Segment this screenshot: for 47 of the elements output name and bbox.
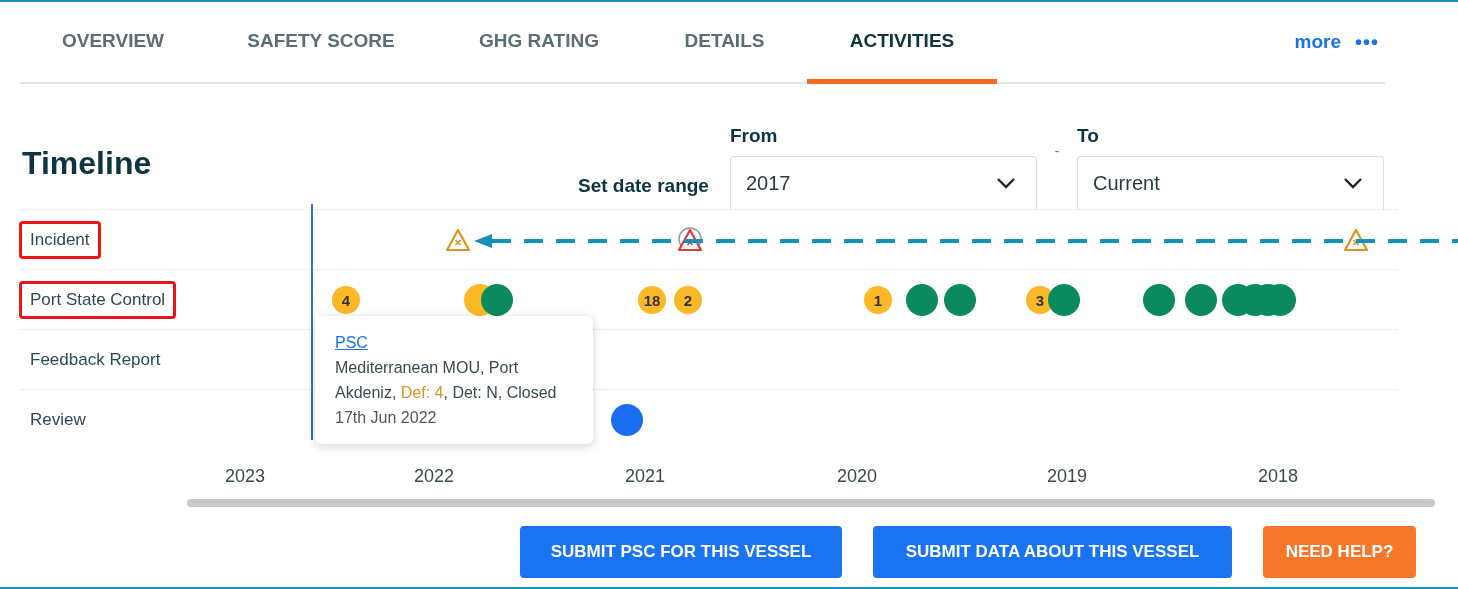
horizontal-scrollbar[interactable] [187,499,1435,507]
field-label: From [730,125,779,147]
warning-icon[interactable] [444,227,472,253]
event-count-marker[interactable]: 2 [674,286,702,314]
field-label: To [1077,125,1100,147]
chevron-icon [1343,177,1363,189]
year-label: 2018 [1256,466,1299,487]
event-dot[interactable] [1185,284,1217,316]
event-dot[interactable] [1143,284,1175,316]
event-dot[interactable] [906,284,938,316]
tab[interactable]: GHG RATING [436,2,642,84]
date-range-label: Set date range [578,175,710,197]
event-dot[interactable] [481,284,513,316]
year-label: 2023 [223,466,266,487]
tab[interactable]: DETAILS [642,2,807,84]
submit-button[interactable]: SUBMIT PSC FOR THIS VESSEL [520,526,842,578]
more-icon[interactable]: ••• [1355,30,1379,54]
event-count-marker[interactable]: 4 [332,286,360,314]
row-label: Feedback Report [29,348,162,371]
row-label: Incident [19,220,101,259]
year-label: 2022 [412,466,455,487]
tooltip-details: Mediterranean MOU, Port Akdeniz, Def: 4, Det: N, Closed [335,358,558,403]
tab[interactable]: SAFETY SCORE [206,2,436,84]
chevron-icon [996,177,1016,189]
tooltip-date: 17th Jun 2022 [335,408,438,428]
event-dot[interactable] [944,284,976,316]
tab[interactable]: ACTIVITIES [807,2,997,84]
year-label: 2019 [1045,466,1088,487]
psc-link[interactable]: PSC [335,330,368,355]
timeline-title: Timeline [22,145,153,182]
help-button[interactable]: NEED HELP? [1263,526,1416,578]
submit-button[interactable]: SUBMIT DATA ABOUT THIS VESSEL [873,526,1232,578]
range-separator: - [1053,143,1061,159]
row-label: Port State Control [19,280,177,319]
crossed-warning-icon[interactable] [676,227,704,253]
tab[interactable]: OVERVIEW [20,2,206,84]
warning-icon[interactable] [1342,227,1370,253]
to-dropdown[interactable]: Current [1077,156,1384,209]
event-dot[interactable] [611,404,643,436]
event-count-marker[interactable]: 1 [864,286,892,314]
row-label: Review [29,408,87,431]
event-count-marker[interactable]: 18 [638,286,666,314]
more-link[interactable]: more [1294,31,1341,53]
year-label: 2020 [835,466,878,487]
from-dropdown[interactable]: 2017 [730,156,1037,209]
year-label: 2021 [623,466,666,487]
event-dot[interactable] [1048,284,1080,316]
